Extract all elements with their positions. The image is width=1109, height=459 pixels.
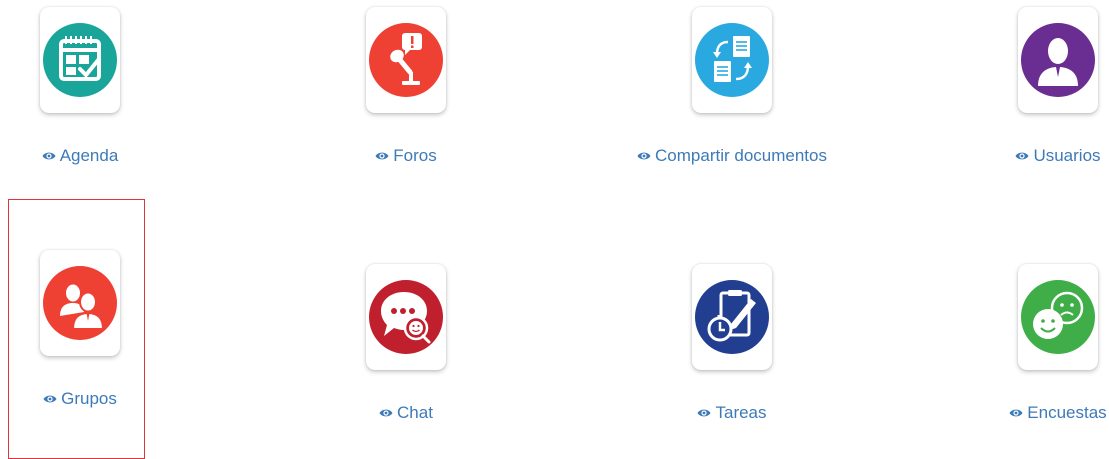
eye-icon <box>43 392 57 406</box>
tool-label: Agenda <box>59 146 119 165</box>
tool-card[interactable] <box>40 7 120 113</box>
eye-icon <box>375 149 389 163</box>
tool-card[interactable] <box>692 7 772 113</box>
tool-tareas[interactable]: Tareas <box>612 264 852 423</box>
tool-card[interactable] <box>1018 7 1098 113</box>
eye-icon <box>1009 406 1023 420</box>
tool-encuestas[interactable]: Encuestas <box>938 264 1109 423</box>
eye-icon <box>42 149 56 163</box>
tool-label: Chat <box>397 403 433 422</box>
group-icon <box>43 266 117 340</box>
tool-label: Usuarios <box>1033 146 1101 165</box>
tool-foros[interactable]: Foros <box>286 7 526 166</box>
user-icon <box>1021 23 1095 97</box>
tool-card[interactable] <box>366 264 446 370</box>
eye-icon <box>637 149 651 163</box>
tool-label: Compartir documentos <box>655 146 827 165</box>
tool-link[interactable]: Foros <box>375 146 437 166</box>
tool-link[interactable]: Agenda <box>42 146 119 166</box>
tool-link[interactable]: Encuestas <box>1009 403 1107 423</box>
tool-usuarios[interactable]: Usuarios <box>938 7 1109 166</box>
tool-link[interactable]: Tareas <box>697 403 767 423</box>
tool-card[interactable] <box>692 264 772 370</box>
eye-icon <box>379 406 393 420</box>
tool-label: Encuestas <box>1027 403 1107 422</box>
chat-bubble-icon <box>369 280 443 354</box>
microphone-icon <box>369 23 443 97</box>
tool-link[interactable]: Compartir documentos <box>637 146 827 166</box>
eye-icon <box>1015 149 1029 163</box>
tool-agenda[interactable]: Agenda <box>0 7 200 166</box>
tool-link[interactable]: Grupos <box>43 389 117 409</box>
tool-label: Foros <box>393 146 437 165</box>
tool-label: Tareas <box>715 403 767 422</box>
calendar-icon <box>43 23 117 97</box>
tool-link[interactable]: Chat <box>379 403 433 423</box>
tool-card[interactable] <box>40 250 120 356</box>
document-exchange-icon <box>695 23 769 97</box>
tool-link[interactable]: Usuarios <box>1015 146 1101 166</box>
tool-compartir-documentos[interactable]: Compartir documentos <box>612 7 852 166</box>
tool-card[interactable] <box>366 7 446 113</box>
tool-label: Grupos <box>61 389 117 408</box>
smiley-faces-icon <box>1021 280 1095 354</box>
tool-chat[interactable]: Chat <box>286 264 526 423</box>
tool-grupos[interactable]: Grupos <box>0 250 200 409</box>
task-clipboard-icon <box>695 280 769 354</box>
eye-icon <box>697 406 711 420</box>
tool-card[interactable] <box>1018 264 1098 370</box>
